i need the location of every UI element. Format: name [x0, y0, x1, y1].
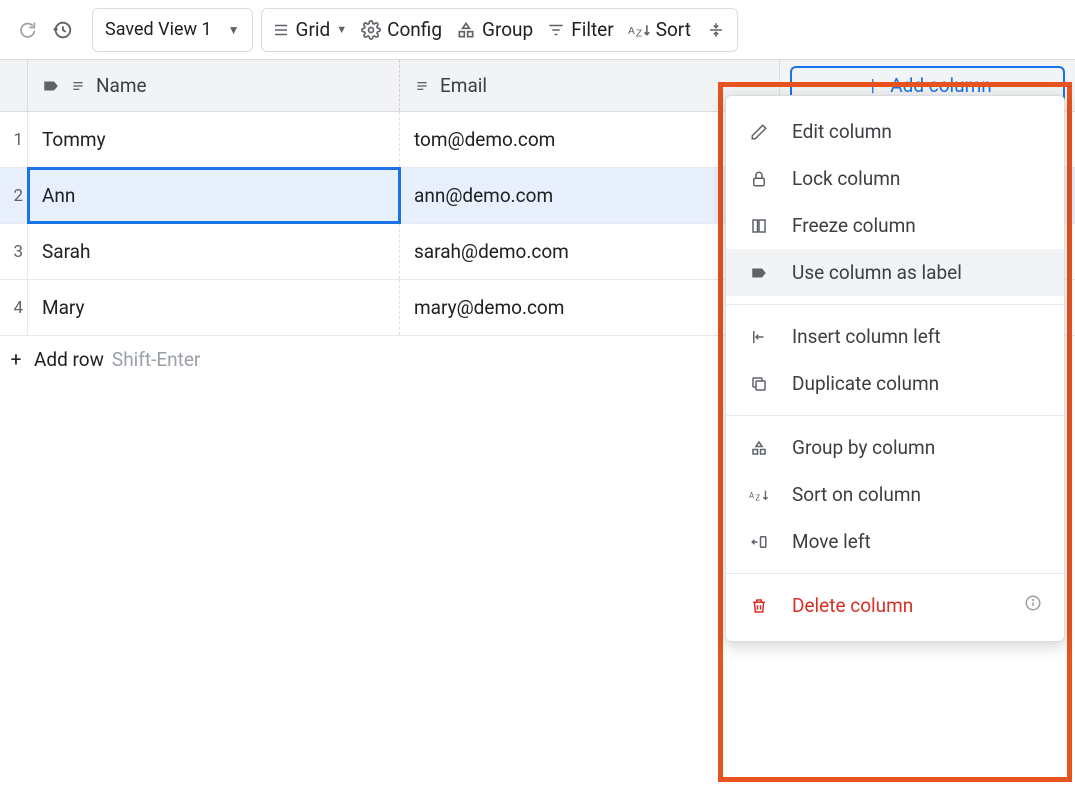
- menu-separator: [726, 415, 1064, 416]
- group-label: Group: [482, 18, 533, 41]
- svg-text:Z: Z: [755, 493, 760, 502]
- sort-az-icon: AZ: [748, 484, 770, 506]
- text-icon: [414, 78, 430, 94]
- filter-icon: [547, 21, 565, 39]
- gear-icon: [361, 20, 381, 40]
- row-number: 4: [0, 280, 28, 335]
- menu-separator: [726, 304, 1064, 305]
- group-button[interactable]: Group: [450, 8, 539, 52]
- row-number: 1: [0, 112, 28, 167]
- add-column-label: Add column: [890, 74, 992, 97]
- freeze-icon: [748, 215, 770, 237]
- menu-separator: [726, 573, 1064, 574]
- menu-duplicate[interactable]: Duplicate column: [726, 360, 1064, 407]
- menu-item-label: Use column as label: [792, 261, 962, 284]
- plus-icon: +: [6, 348, 26, 371]
- cell-name[interactable]: Tommy: [28, 112, 400, 167]
- menu-lock-column[interactable]: Lock column: [726, 155, 1064, 202]
- filter-label: Filter: [571, 18, 613, 41]
- menu-group-by[interactable]: Group by column: [726, 424, 1064, 471]
- row-number: 2: [0, 168, 28, 223]
- menu-item-label: Delete column: [792, 594, 913, 617]
- collapse-icon: [707, 21, 725, 39]
- config-button[interactable]: Config: [355, 8, 448, 52]
- menu-move-left[interactable]: Move left: [726, 518, 1064, 565]
- grid-view-button[interactable]: Grid ▼: [266, 8, 354, 52]
- menu-item-label: Duplicate column: [792, 372, 939, 395]
- menu-item-label: Edit column: [792, 120, 892, 143]
- view-picker[interactable]: Saved View 1 ▼: [92, 8, 253, 52]
- sort-az-icon: AZ: [628, 21, 650, 39]
- cell-name[interactable]: Ann: [28, 168, 400, 223]
- cell-email[interactable]: mary@demo.com: [400, 280, 780, 335]
- row-number-header: [0, 60, 28, 111]
- sort-label: Sort: [656, 18, 691, 41]
- chevron-down-icon: ▼: [336, 23, 347, 36]
- menu-item-label: Move left: [792, 530, 871, 553]
- cell-email[interactable]: tom@demo.com: [400, 112, 780, 167]
- density-button[interactable]: [699, 8, 733, 52]
- lock-icon: [748, 168, 770, 190]
- cell-email[interactable]: ann@demo.com: [400, 168, 780, 223]
- column-email-label: Email: [440, 74, 487, 97]
- menu-freeze-column[interactable]: Freeze column: [726, 202, 1064, 249]
- menu-insert-left[interactable]: Insert column left: [726, 313, 1064, 360]
- label-icon: [42, 77, 60, 95]
- menu-item-label: Group by column: [792, 436, 935, 459]
- label-icon: [748, 262, 770, 284]
- menu-item-label: Sort on column: [792, 483, 921, 506]
- redo-icon[interactable]: [12, 16, 40, 44]
- duplicate-icon: [748, 373, 770, 395]
- cell-email[interactable]: sarah@demo.com: [400, 224, 780, 279]
- group-icon: [456, 20, 476, 40]
- add-row-hint: Shift-Enter: [112, 348, 200, 371]
- menu-sort-on[interactable]: AZ Sort on column: [726, 471, 1064, 518]
- sort-button[interactable]: AZ Sort: [622, 8, 697, 52]
- group-icon: [748, 437, 770, 459]
- menu-delete-column[interactable]: Delete column: [726, 582, 1064, 629]
- move-left-icon: [748, 531, 770, 553]
- info-icon: [1024, 594, 1042, 617]
- cell-name[interactable]: Mary: [28, 280, 400, 335]
- filter-button[interactable]: Filter: [541, 8, 619, 52]
- pencil-icon: [748, 121, 770, 143]
- svg-text:A: A: [749, 490, 755, 499]
- row-number: 3: [0, 224, 28, 279]
- config-label: Config: [387, 18, 442, 41]
- chevron-down-icon: ▼: [228, 23, 240, 37]
- column-name-label: Name: [96, 74, 147, 97]
- toolbar-actions: Grid ▼ Config Group Filter AZ Sort: [261, 8, 738, 52]
- add-row-label: Add row: [34, 348, 104, 371]
- column-header-email[interactable]: Email: [400, 60, 780, 111]
- toolbar: Saved View 1 ▼ Grid ▼ Config Group Filte…: [0, 0, 1075, 60]
- column-context-menu: Edit column Lock column Freeze column Us…: [725, 95, 1065, 642]
- text-icon: [70, 78, 86, 94]
- svg-text:Z: Z: [636, 28, 642, 39]
- list-icon: [272, 21, 290, 39]
- grid-label: Grid: [296, 18, 331, 41]
- menu-edit-column[interactable]: Edit column: [726, 108, 1064, 155]
- menu-item-label: Lock column: [792, 167, 900, 190]
- menu-use-as-label[interactable]: Use column as label: [726, 249, 1064, 296]
- view-name: Saved View 1: [105, 19, 212, 40]
- cell-name[interactable]: Sarah: [28, 224, 400, 279]
- trash-icon: [748, 595, 770, 617]
- insert-left-icon: [748, 326, 770, 348]
- menu-item-label: Insert column left: [792, 325, 941, 348]
- svg-text:A: A: [628, 25, 635, 36]
- history-icon[interactable]: [48, 16, 76, 44]
- column-header-name[interactable]: Name: [28, 60, 400, 111]
- menu-item-label: Freeze column: [792, 214, 916, 237]
